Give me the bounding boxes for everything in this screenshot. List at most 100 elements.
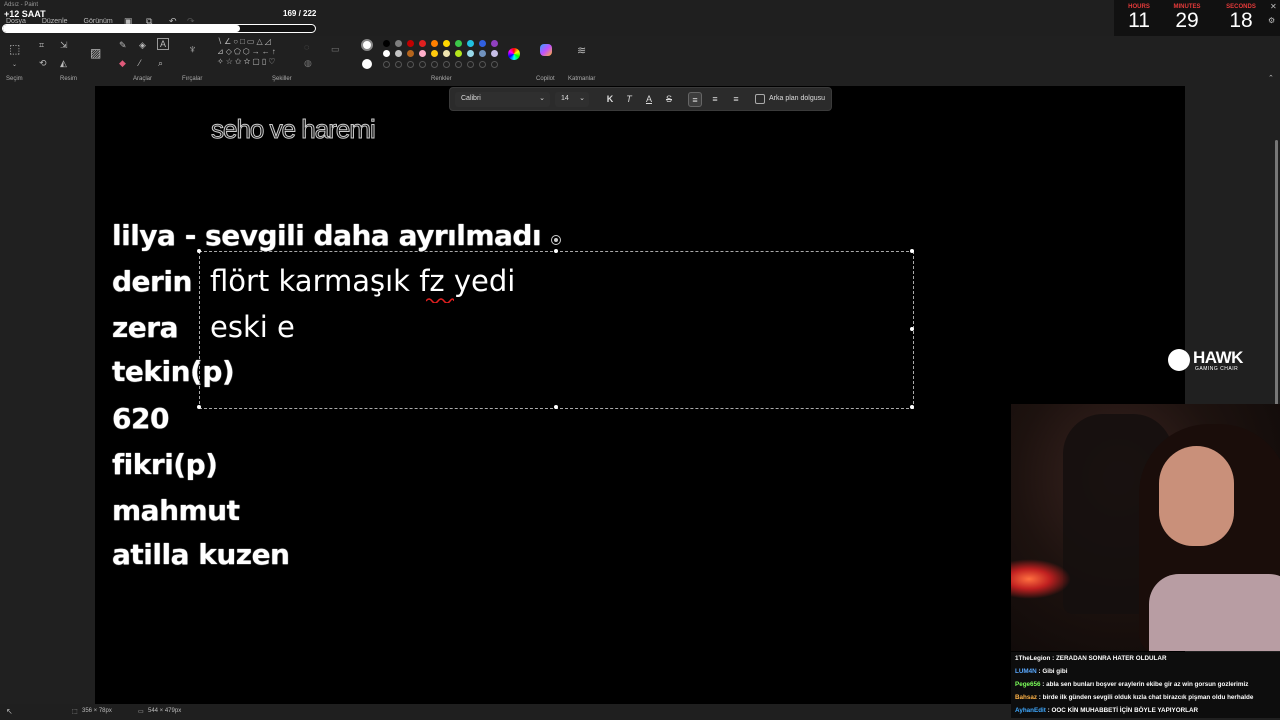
group-image-label: Resim	[60, 76, 78, 82]
italic-button[interactable]: T	[622, 92, 636, 107]
bold-button[interactable]: K	[603, 92, 617, 107]
palette-color-swatch[interactable]	[395, 50, 402, 57]
custom-color-slot[interactable]	[407, 61, 414, 68]
custom-color-slot[interactable]	[467, 61, 474, 68]
palette-color-swatch[interactable]	[455, 40, 462, 47]
selection-size-icon: ⬚	[72, 709, 78, 715]
paint-window: Adsız - Paint +12 SAAT Dosya Düzenle Gör…	[0, 0, 1280, 720]
color-picker-icon[interactable]: ⁄	[139, 58, 141, 68]
shape-fill-icon[interactable]: ◍	[304, 58, 312, 68]
settings-gear-icon[interactable]: ⚙	[1268, 16, 1275, 26]
resize-handle-bottom[interactable]	[554, 405, 558, 409]
text-format-toolbar: Calibri ⌄ 14 ⌄ K T A S ≡ ≡ ≡ Arka plan d…	[449, 87, 832, 111]
magnifier-icon[interactable]: ⌕	[158, 58, 163, 68]
palette-color-swatch[interactable]	[479, 40, 486, 47]
resize-handle-right[interactable]	[910, 327, 914, 331]
stream-timer: HOURS 11 MINUTES 29 SECONDS 18 ✕ ⚙	[1114, 0, 1280, 38]
layers-icon[interactable]: ≋	[577, 46, 586, 57]
canvas-line-2: derin	[112, 265, 192, 298]
fill-bucket-icon[interactable]: ◈	[139, 40, 146, 50]
brush-icon[interactable]: ♆	[188, 43, 197, 55]
custom-color-slot[interactable]	[455, 61, 462, 68]
palette-color-swatch[interactable]	[443, 40, 450, 47]
palette-color-swatch[interactable]	[407, 50, 414, 57]
chat-user: 1TheLegion	[1015, 655, 1051, 662]
chat-text: birde ilk günden sevgili olduk kızla cha…	[1042, 694, 1254, 701]
rotate-icon[interactable]: ⟲	[39, 58, 47, 68]
canvas-size-icon: ▭	[138, 709, 144, 715]
rotate-handle[interactable]	[551, 235, 561, 245]
textbox-line-1-text: flört karmaşık fz yedi	[210, 264, 516, 298]
flip-icon[interactable]: ◭	[60, 58, 67, 68]
palette-color-swatch[interactable]	[407, 40, 414, 47]
align-center-button[interactable]: ≡	[708, 92, 722, 107]
palette-color-swatch[interactable]	[455, 50, 462, 57]
title-bar: Adsız - Paint +12 SAAT Dosya Düzenle Gör…	[0, 0, 1280, 36]
background-fill-checkbox[interactable]	[755, 94, 765, 104]
palette-color-swatch[interactable]	[383, 50, 390, 57]
shape-size-icon[interactable]: ▭	[331, 44, 340, 54]
palette-color-swatch[interactable]	[467, 50, 474, 57]
palette-color-swatch[interactable]	[491, 50, 498, 57]
textbox-line-2-text: eski e	[210, 310, 295, 344]
ribbon-expand-icon[interactable]: ⌃	[1268, 74, 1274, 84]
palette-color-swatch[interactable]	[491, 40, 498, 47]
align-right-button[interactable]: ≡	[729, 92, 743, 107]
canvas-line-7: mahmut	[112, 494, 240, 527]
custom-color-slot[interactable]	[383, 61, 390, 68]
group-tools-label: Araçlar	[133, 76, 153, 82]
text-tool-icon[interactable]: A	[157, 38, 170, 50]
crop-icon[interactable]: ⌗	[39, 40, 44, 50]
palette-color-swatch[interactable]	[383, 40, 390, 47]
copilot-icon[interactable]	[540, 44, 552, 56]
custom-color-slot[interactable]	[431, 61, 438, 68]
custom-color-slot[interactable]	[491, 61, 498, 68]
custom-color-slot[interactable]	[395, 61, 402, 68]
text-color-button[interactable]: A	[642, 92, 656, 107]
group-layers-label: Katmanlar	[568, 76, 596, 82]
timer-seconds: SECONDS 18	[1216, 0, 1266, 32]
secondary-color-swatch[interactable]	[362, 59, 372, 69]
shape-outline-icon[interactable]: ◌	[304, 42, 309, 52]
shapes-row3-icon[interactable]: ✧☆✩✫▢▯♡	[217, 57, 277, 67]
palette-color-swatch[interactable]	[419, 40, 426, 47]
image-select-icon[interactable]: ▨	[90, 47, 101, 59]
shapes-row2-icon[interactable]: ⊿◇⬠⬡→←↑	[217, 47, 278, 57]
textbox-line-1[interactable]: flört karmaşık fz yedi	[210, 264, 515, 298]
streamer-body	[1149, 574, 1280, 651]
resize-icon[interactable]: ⇲	[60, 40, 68, 50]
close-icon[interactable]: ✕	[1270, 2, 1277, 12]
resize-handle-bl[interactable]	[197, 405, 201, 409]
resize-handle-tl[interactable]	[197, 249, 201, 253]
align-left-button[interactable]: ≡	[688, 92, 702, 107]
custom-color-slot[interactable]	[443, 61, 450, 68]
resize-handle-br[interactable]	[910, 405, 914, 409]
timer-minutes: MINUTES 29	[1162, 0, 1212, 32]
palette-color-swatch[interactable]	[479, 50, 486, 57]
custom-color-slot[interactable]	[479, 61, 486, 68]
eraser-icon[interactable]: ◆	[119, 58, 126, 68]
textbox-line-2[interactable]: eski e	[210, 310, 295, 344]
palette-color-swatch[interactable]	[443, 50, 450, 57]
palette-color-swatch[interactable]	[431, 40, 438, 47]
pencil-icon[interactable]: ✎	[119, 40, 127, 50]
shapes-row1-icon[interactable]: ∖∠○□▭△◿	[217, 37, 273, 47]
font-family-select[interactable]: Calibri ⌄	[455, 92, 550, 107]
canvas-line-1: lilya - sevgili daha ayrılmadı	[112, 219, 542, 252]
text-box-selection[interactable]: flört karmaşık fz yedi eski e	[197, 249, 914, 409]
resize-handle-tr[interactable]	[910, 249, 914, 253]
edit-colors-icon[interactable]	[508, 48, 520, 60]
font-size-select[interactable]: 14 ⌄	[555, 92, 589, 107]
strikethrough-button[interactable]: S	[662, 92, 676, 107]
primary-color-swatch[interactable]	[361, 39, 373, 51]
palette-color-swatch[interactable]	[395, 40, 402, 47]
palette-color-swatch[interactable]	[419, 50, 426, 57]
custom-color-slot[interactable]	[419, 61, 426, 68]
resize-handle-top[interactable]	[554, 249, 558, 253]
chat-text: Gibi gibi	[1042, 668, 1068, 675]
selection-icon[interactable]: ⬚	[9, 43, 20, 55]
palette-color-swatch[interactable]	[467, 40, 474, 47]
palette-color-swatch[interactable]	[431, 50, 438, 57]
selection-chevron-icon[interactable]: ⌄	[12, 60, 17, 70]
chat-message: 1TheLegion : ZERADAN SONRA HATER OLDULAR	[1015, 655, 1167, 662]
